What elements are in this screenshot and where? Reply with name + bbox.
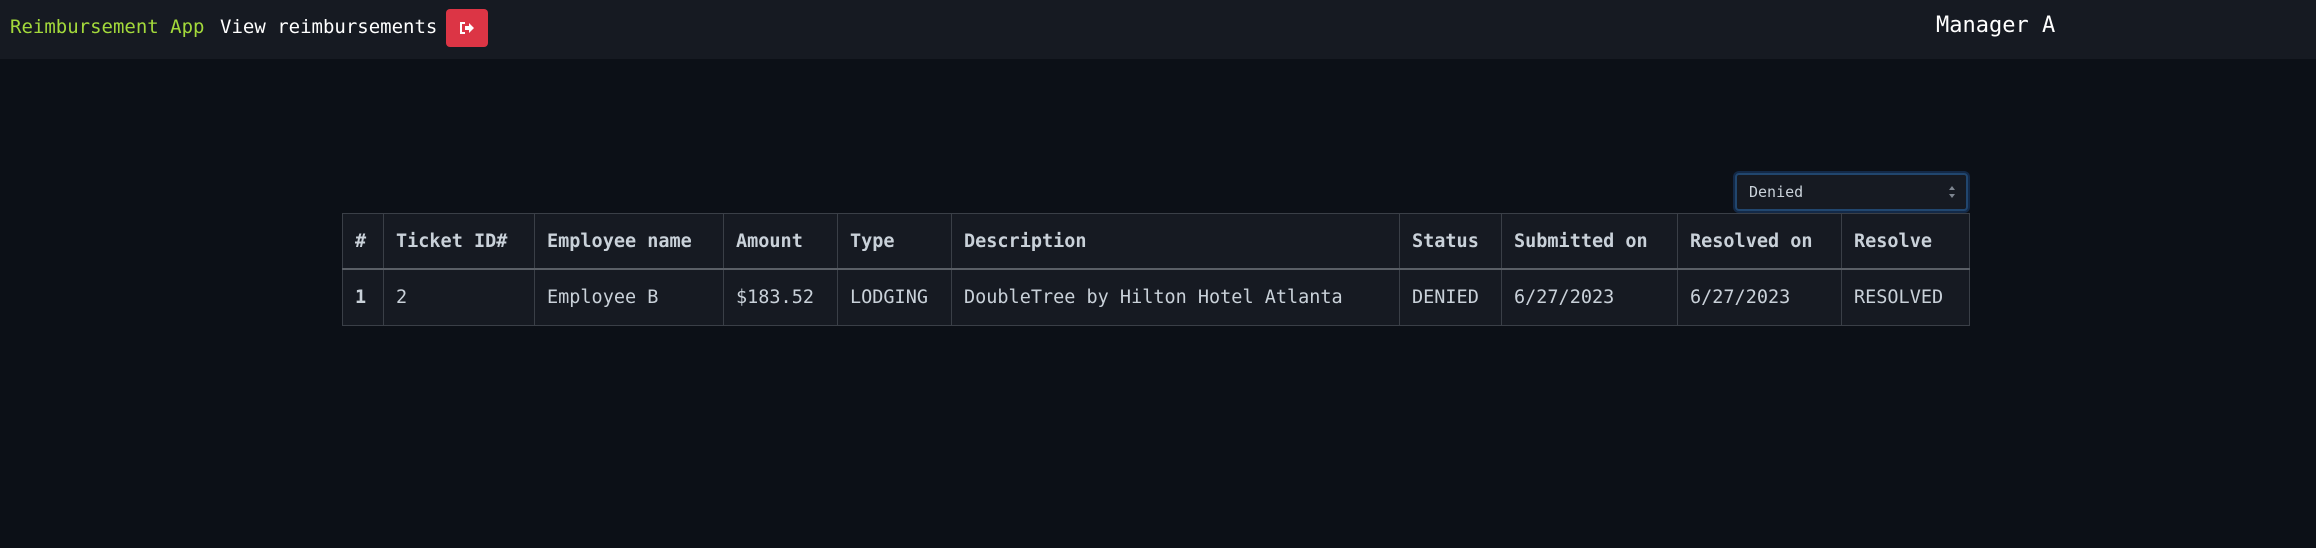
cell-employee-name: Employee B bbox=[534, 268, 724, 326]
column-header-resolve: Resolve bbox=[1841, 213, 1970, 270]
current-user-name: Manager A bbox=[1936, 13, 2056, 38]
column-header-description: Description bbox=[951, 213, 1400, 270]
cell-amount: $183.52 bbox=[723, 268, 838, 326]
table-row: 1 2 Employee B $183.52 LODGING DoubleTre… bbox=[342, 268, 1970, 326]
cell-resolve: RESOLVED bbox=[1841, 268, 1970, 326]
navbar: Reimbursement App View reimbursements Ma… bbox=[0, 0, 2316, 59]
reimbursements-table: # Ticket ID# Employee name Amount Type D… bbox=[342, 213, 1970, 326]
column-header-resolved-on: Resolved on bbox=[1677, 213, 1842, 270]
cell-status: DENIED bbox=[1399, 268, 1502, 326]
view-reimbursements-link[interactable]: View reimbursements bbox=[220, 14, 437, 41]
column-header-type: Type bbox=[837, 213, 952, 270]
sign-out-icon bbox=[460, 22, 474, 34]
cell-ticket-id: 2 bbox=[383, 268, 535, 326]
cell-type: LODGING bbox=[837, 268, 952, 326]
table-header-row: # Ticket ID# Employee name Amount Type D… bbox=[342, 213, 1970, 270]
column-header-amount: Amount bbox=[723, 213, 838, 270]
logout-button[interactable] bbox=[446, 9, 488, 47]
status-filter-select[interactable]: Denied bbox=[1735, 173, 1968, 211]
status-filter-value: Denied bbox=[1749, 183, 1804, 201]
cell-description: DoubleTree by Hilton Hotel Atlanta bbox=[951, 268, 1400, 326]
cell-resolved-on: 6/27/2023 bbox=[1677, 268, 1842, 326]
column-header-number: # bbox=[342, 213, 384, 270]
cell-submitted-on: 6/27/2023 bbox=[1501, 268, 1678, 326]
column-header-status: Status bbox=[1399, 213, 1502, 270]
column-header-submitted-on: Submitted on bbox=[1501, 213, 1678, 270]
column-header-ticket-id: Ticket ID# bbox=[383, 213, 535, 270]
cell-row-number: 1 bbox=[342, 268, 384, 326]
brand-link[interactable]: Reimbursement App bbox=[10, 14, 204, 41]
select-arrows-icon bbox=[1949, 186, 1955, 198]
column-header-employee-name: Employee name bbox=[534, 213, 724, 270]
